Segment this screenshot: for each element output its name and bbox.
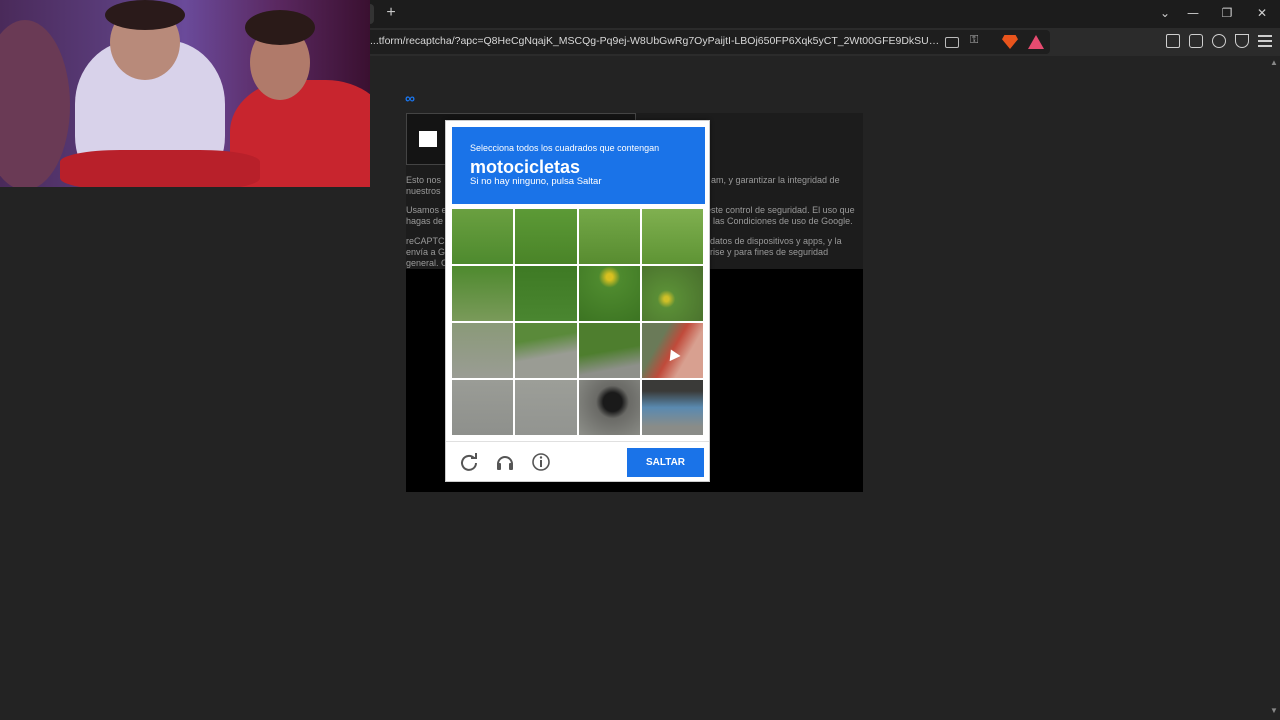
captcha-tile[interactable] (515, 266, 577, 321)
minimize-icon[interactable]: — (1177, 2, 1209, 24)
para2-right2: las Condiciones de uso de Google. (713, 216, 853, 226)
captcha-footer: SALTAR (446, 441, 709, 481)
para1-right: am, y garantizar la integridad de (711, 175, 840, 185)
cast-icon[interactable] (945, 37, 959, 48)
arm-red-sleeve (60, 150, 260, 187)
close-window-icon[interactable]: ✕ (1246, 2, 1278, 24)
captcha-tile[interactable] (452, 266, 514, 321)
person-right-hair (245, 10, 315, 45)
captcha-tile[interactable] (452, 380, 514, 435)
para2-left: Usamos e (406, 205, 447, 215)
sidebar-icon[interactable] (1166, 34, 1180, 48)
captcha-tile[interactable] (641, 380, 703, 435)
leo-ai-icon[interactable] (1212, 34, 1226, 48)
url-text[interactable]: ...tform/recaptcha/?apc=Q8HeCgNqajK_MSCQ… (370, 35, 940, 47)
captcha-tile[interactable] (578, 266, 640, 321)
scroll-down-arrow-icon[interactable]: ▼ (1268, 706, 1280, 716)
captcha-tile[interactable] (578, 209, 640, 264)
scroll-up-arrow-icon[interactable]: ▲ (1268, 58, 1280, 68)
menu-icon[interactable] (1258, 35, 1272, 47)
para3-left: reCAPTC (406, 236, 445, 246)
captcha-tile[interactable] (515, 380, 577, 435)
person-center-hair (105, 0, 185, 30)
key-icon[interactable]: ⚿ (970, 34, 986, 48)
reload-icon[interactable] (459, 452, 479, 472)
new-tab-button[interactable]: + (382, 3, 400, 23)
info-icon[interactable] (531, 452, 551, 472)
para1-left: Esto nos (406, 175, 442, 185)
vpn-shield-icon[interactable] (1235, 34, 1249, 48)
captcha-tile[interactable] (641, 266, 703, 321)
captcha-subtext: Si no hay ninguno, pulsa Saltar (470, 176, 602, 187)
captcha-tile[interactable] (515, 323, 577, 378)
captcha-tile[interactable] (452, 209, 514, 264)
video-camera-icon (419, 131, 437, 147)
wallet-icon[interactable] (1189, 34, 1203, 48)
recaptcha-challenge: Selecciona todos los cuadrados que conte… (445, 120, 710, 482)
para2-right: este control de seguridad. El uso que (706, 205, 855, 215)
captcha-tile[interactable] (452, 323, 514, 378)
para2-left2: hagas de (406, 216, 444, 226)
audio-icon[interactable] (495, 452, 515, 472)
webcam-overlay (0, 0, 370, 187)
para3-right: datos de dispositivos y apps, y la (710, 236, 842, 246)
para1-left2: nuestros (406, 186, 441, 196)
skip-button[interactable]: SALTAR (627, 448, 704, 477)
captcha-header: Selecciona todos los cuadrados que conte… (452, 127, 705, 204)
brave-shields-icon[interactable] (1002, 35, 1018, 49)
para3-right2: rise y para fines de seguridad (710, 247, 829, 257)
para3-left2: envía a G (406, 247, 446, 257)
captcha-tile[interactable] (515, 209, 577, 264)
captcha-instruction: Selecciona todos los cuadrados que conte… (470, 143, 660, 153)
captcha-target: motocicletas (470, 157, 581, 177)
para3-left3: general. C (406, 258, 448, 268)
brave-rewards-icon[interactable] (1028, 35, 1044, 49)
captcha-image-grid (452, 209, 703, 435)
captcha-tile[interactable] (578, 380, 640, 435)
address-bar[interactable]: ...tform/recaptcha/?apc=Q8HeCgNqajK_MSCQ… (300, 30, 1050, 54)
captcha-tile[interactable] (641, 209, 703, 264)
restore-icon[interactable]: ❐ (1211, 2, 1243, 24)
captcha-tile[interactable] (578, 323, 640, 378)
meta-logo: ∞ (405, 90, 415, 106)
